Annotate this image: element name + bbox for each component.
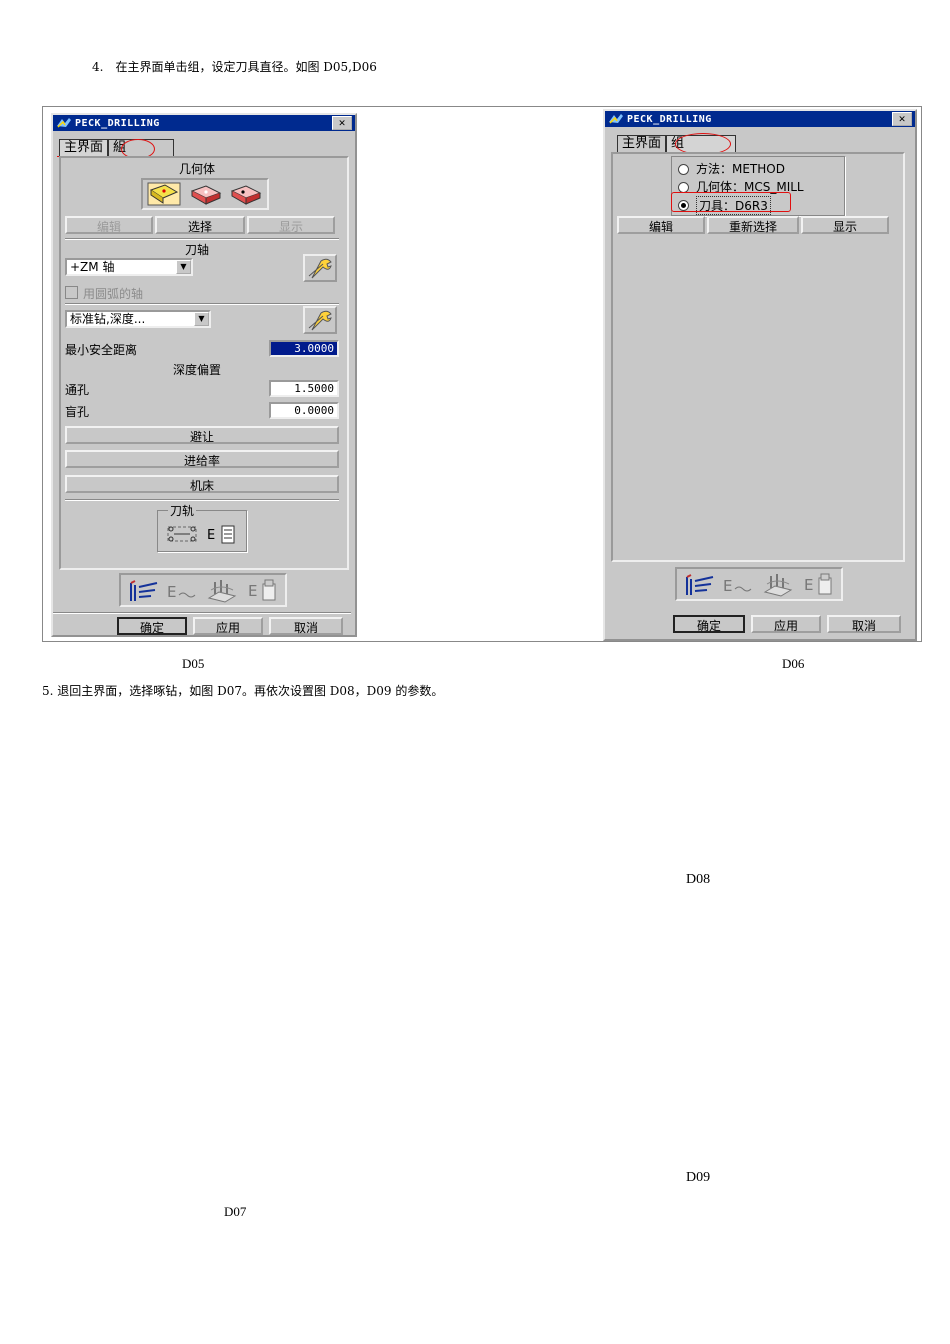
min-clearance-input[interactable]: 3.0000 [269,340,339,357]
main-panel: 几何体 编辑 选择 显示 刀轴 +ZM 轴 ▼ 用圆弧的轴 标准钻,深度... … [59,156,349,570]
caption-d06: D06 [782,656,805,671]
peck-drilling-dialog-main: PECK_DRILLING ✕ 主界面 組 几何体 编辑 选择 显示 刀轴 +Z… [51,113,357,637]
method-radio[interactable] [678,164,689,175]
verify-toolpath-icon[interactable] [761,572,797,598]
toolpath-list-icon[interactable]: E [721,573,753,597]
list-toolpath-icon[interactable]: E [206,523,236,545]
machine-button[interactable]: 机床 [65,475,339,493]
svg-text:E: E [167,583,176,601]
operation-toolbar: E E [675,567,843,601]
operation-toolbar: E E [119,573,287,607]
wrench-icon [308,258,332,279]
step-4-text: 4. 在主界面单击组，设定刀具直径。如图 D05,D06 [92,60,377,74]
reselect-group-button[interactable]: 重新选择 [707,216,799,234]
toolpath-group-label: 刀轨 [168,502,197,519]
chevron-down-icon[interactable]: ▼ [176,260,191,274]
app-logo-icon [609,114,623,124]
machine-simulation-icon[interactable]: E [803,572,835,598]
edit-group-button[interactable]: 编辑 [617,216,705,234]
caption-d05: D05 [182,656,205,671]
dialog-titlebar: PECK_DRILLING ✕ [53,115,355,131]
svg-text:E: E [207,528,215,543]
tool-axis-wrench-button[interactable] [303,254,337,282]
tool-axis-heading: 刀轴 [185,243,210,257]
svg-text:E: E [723,577,732,595]
separator [65,303,339,305]
toolpath-group-box: 刀轨 E [157,502,247,552]
separator [65,499,339,501]
generate-toolpath-icon[interactable] [166,523,198,545]
toolpath-replay-icon[interactable] [683,573,717,597]
display-group-button[interactable]: 显示 [801,216,889,234]
cancel-button[interactable]: 取消 [269,617,343,635]
toolpath-replay-icon[interactable] [127,579,161,603]
feedrate-button[interactable]: 进给率 [65,450,339,468]
depth-offset-heading: 深度偏置 [173,363,222,377]
arc-axis-label: 用圆弧的轴 [83,287,144,301]
toolpath-list-icon[interactable]: E [165,579,197,603]
through-hole-input[interactable]: 1.5000 [269,380,339,397]
ok-button[interactable]: 确定 [117,617,187,635]
separator [65,238,339,240]
caption-d09: D09 [686,1170,711,1185]
arc-axis-checkbox[interactable] [65,286,78,299]
blind-hole-label: 盲孔 [65,405,90,419]
blank-geometry-icon[interactable] [189,184,223,206]
svg-text:E: E [248,582,257,600]
display-geometry-button[interactable]: 显示 [247,216,335,234]
caption-d08: D08 [686,872,711,887]
tab-main[interactable]: 主界面 [59,139,109,156]
caption-d07: D07 [224,1204,247,1219]
cycle-type-value: 标准钻,深度... [70,312,146,326]
app-logo-icon [57,118,71,128]
screenshot-d05-d06: PECK_DRILLING ✕ 主界面 組 几何体 编辑 选择 显示 刀轴 +Z… [42,106,922,642]
cancel-button[interactable]: 取消 [827,615,901,633]
blind-hole-input[interactable]: 0.0000 [269,402,339,419]
tool-axis-value: +ZM 轴 [70,260,115,274]
ok-button[interactable]: 确定 [673,615,745,633]
part-geometry-icon[interactable] [147,182,181,206]
check-geometry-icon[interactable] [229,184,263,206]
through-hole-label: 通孔 [65,383,90,397]
tool-axis-select[interactable]: +ZM 轴 ▼ [65,258,193,276]
dialog-title: PECK_DRILLING [75,117,160,129]
apply-button[interactable]: 应用 [193,617,263,635]
tab-main[interactable]: 主界面 [617,135,667,152]
min-clearance-label: 最小安全距离 [65,343,138,357]
apply-button[interactable]: 应用 [751,615,821,633]
group-panel: 方法：METHOD 几何体：MCS_MILL 刀具：D6R3 编辑 重新选择 显… [611,152,905,562]
verify-toolpath-icon[interactable] [205,578,241,604]
svg-text:E: E [804,576,813,594]
wrench-icon [308,310,332,331]
cycle-wrench-button[interactable] [303,306,337,334]
peck-drilling-dialog-group: PECK_DRILLING ✕ 主界面 组 方法：METHOD 几何体：MCS_… [603,109,917,641]
close-icon[interactable]: ✕ [892,112,912,126]
cycle-type-select[interactable]: 标准钻,深度... ▼ [65,310,211,328]
step-5-text: 5. 退回主界面，选择啄钻，如图 D07。再依次设置图 D08，D09 的参数。 [42,684,444,698]
dialog-titlebar: PECK_DRILLING ✕ [605,111,915,127]
edit-geometry-button[interactable]: 编辑 [65,216,153,234]
separator [53,612,351,614]
dialog-title: PECK_DRILLING [627,113,712,125]
machine-simulation-icon[interactable]: E [247,578,279,604]
close-icon[interactable]: ✕ [332,116,352,130]
geometry-heading: 几何体 [179,162,216,176]
avoidance-button[interactable]: 避让 [65,426,339,444]
method-option-label: 方法：METHOD [696,162,785,176]
highlight-box-tool [671,192,791,212]
select-geometry-button[interactable]: 选择 [155,216,245,234]
geometry-icon-group [141,178,269,210]
chevron-down-icon[interactable]: ▼ [194,312,209,326]
